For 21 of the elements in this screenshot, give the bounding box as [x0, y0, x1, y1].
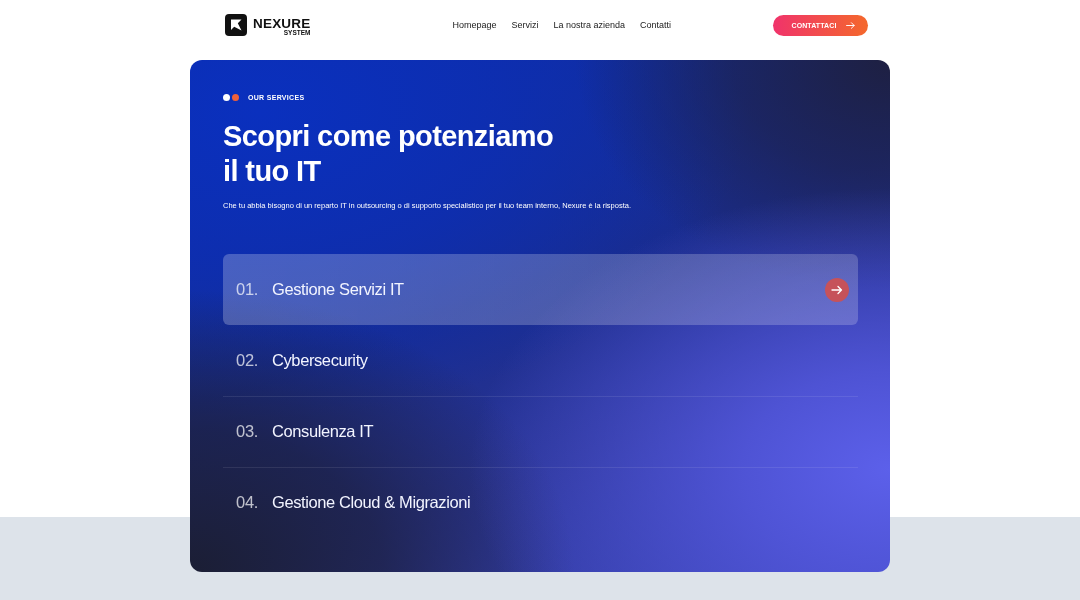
brand-name: NEXURE [253, 17, 311, 31]
service-title: Gestione Servizi IT [272, 280, 404, 299]
service-item[interactable]: 02. Cybersecurity [223, 325, 858, 396]
nav-link[interactable]: Homepage [452, 20, 497, 30]
service-item[interactable]: 03. Consulenza IT [223, 396, 858, 467]
service-number: 02. [236, 351, 260, 370]
logo-icon [225, 14, 247, 36]
service-item[interactable]: 04. Gestione Cloud & Migrazioni [223, 467, 858, 538]
service-title: Consulenza IT [272, 422, 374, 441]
service-number: 04. [236, 493, 260, 512]
nav-link[interactable]: Servizi [511, 20, 539, 30]
arrow-icon [846, 21, 856, 29]
service-number: 03. [236, 422, 260, 441]
service-number: 01. [236, 280, 260, 299]
nav-link[interactable]: La nostra azienda [553, 20, 625, 30]
service-title: Gestione Cloud & Migrazioni [272, 493, 471, 512]
nav-link[interactable]: Contatti [640, 20, 672, 30]
section-heading: Scopri come potenziamo il tuo IT [223, 119, 554, 189]
dots-icon [223, 93, 239, 101]
service-title: Cybersecurity [272, 351, 368, 370]
service-item[interactable]: 01. Gestione Servizi IT [223, 254, 858, 325]
